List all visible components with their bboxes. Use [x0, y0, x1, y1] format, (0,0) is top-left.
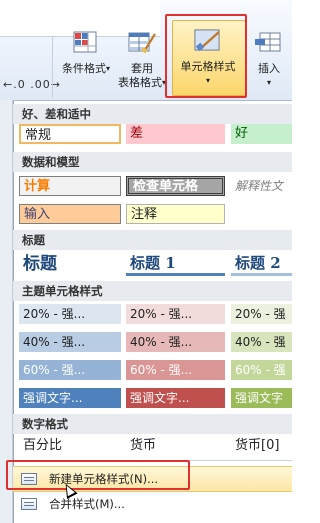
style-normal[interactable]: 常规 [19, 124, 121, 144]
style-heading-2[interactable]: 标题 2 [231, 252, 292, 276]
style-accent3[interactable]: 强调文字 [231, 388, 292, 408]
style-accent2[interactable]: 强调文字... [126, 388, 225, 408]
style-40-accent2[interactable]: 40% - 强... [126, 332, 225, 352]
section-header-theme-styles: 主题单元格样式 [13, 281, 292, 301]
style-explanatory[interactable]: 解释性文 [231, 176, 292, 196]
style-title[interactable]: 标题 [19, 252, 121, 276]
section-header-number-format: 数字格式 [13, 414, 292, 434]
chevron-down-icon: ▾ [105, 64, 110, 73]
merge-styles-label: 合并样式(M)... [49, 497, 125, 511]
ribbon-separator [52, 36, 53, 98]
style-60-accent2[interactable]: 60% - 强... [126, 360, 225, 380]
style-note[interactable]: 注释 [126, 204, 225, 224]
style-good[interactable]: 好 [231, 124, 292, 144]
style-60-accent1[interactable]: 60% - 强... [19, 360, 121, 380]
format-as-table-icon [127, 30, 157, 56]
decimal-decrease-icon[interactable]: .00→ [30, 78, 61, 91]
conditional-format-button[interactable]: 条件格式▾ [58, 30, 114, 76]
annotation-box-cell-styles [165, 14, 247, 98]
format-as-table-button[interactable]: 套用 表格格式▾ [116, 30, 168, 90]
style-input[interactable]: 输入 [19, 204, 121, 224]
section-header-titles: 标题 [13, 230, 292, 250]
style-percent[interactable]: 百分比 [19, 436, 121, 456]
style-check-cell[interactable]: 检查单元格 [126, 176, 225, 196]
style-accent1[interactable]: 强调文字... [19, 388, 121, 408]
style-20-accent1[interactable]: 20% - 强... [19, 304, 121, 324]
style-heading-1[interactable]: 标题 1 [126, 252, 225, 276]
conditional-format-label: 条件格式 [61, 62, 106, 75]
insert-label: 插入 [258, 62, 280, 75]
annotation-box-new-style [6, 460, 190, 490]
style-currency-0[interactable]: 货币[0] [231, 436, 292, 456]
style-60-accent3[interactable]: 60% - 强 [231, 360, 292, 380]
section-header-good-bad-neutral: 好、差和适中 [13, 104, 292, 124]
section-header-data-model: 数据和模型 [13, 152, 292, 172]
chevron-down-icon: ▾ [266, 78, 271, 87]
style-40-accent1[interactable]: 40% - 强... [19, 332, 121, 352]
style-bad[interactable]: 差 [126, 124, 225, 144]
decimal-increase-icon[interactable]: ←.0 [3, 78, 26, 91]
insert-cells-icon [254, 30, 284, 56]
style-20-accent2[interactable]: 20% - 强... [126, 304, 225, 324]
style-20-accent3[interactable]: 20% - 强 [231, 304, 292, 324]
style-currency[interactable]: 货币 [126, 436, 225, 456]
merge-styles-icon [21, 498, 37, 510]
format-as-table-label-2: 表格格式 [117, 76, 162, 89]
style-calculation[interactable]: 计算 [19, 176, 121, 196]
format-as-table-label-1: 套用 [131, 62, 153, 75]
style-40-accent3[interactable]: 40% - 强 [231, 332, 292, 352]
insert-button[interactable]: 插入 ▾ [250, 30, 288, 90]
merge-styles-menu-item[interactable]: 合并样式(M)... [13, 492, 292, 516]
conditional-format-icon [71, 30, 101, 56]
